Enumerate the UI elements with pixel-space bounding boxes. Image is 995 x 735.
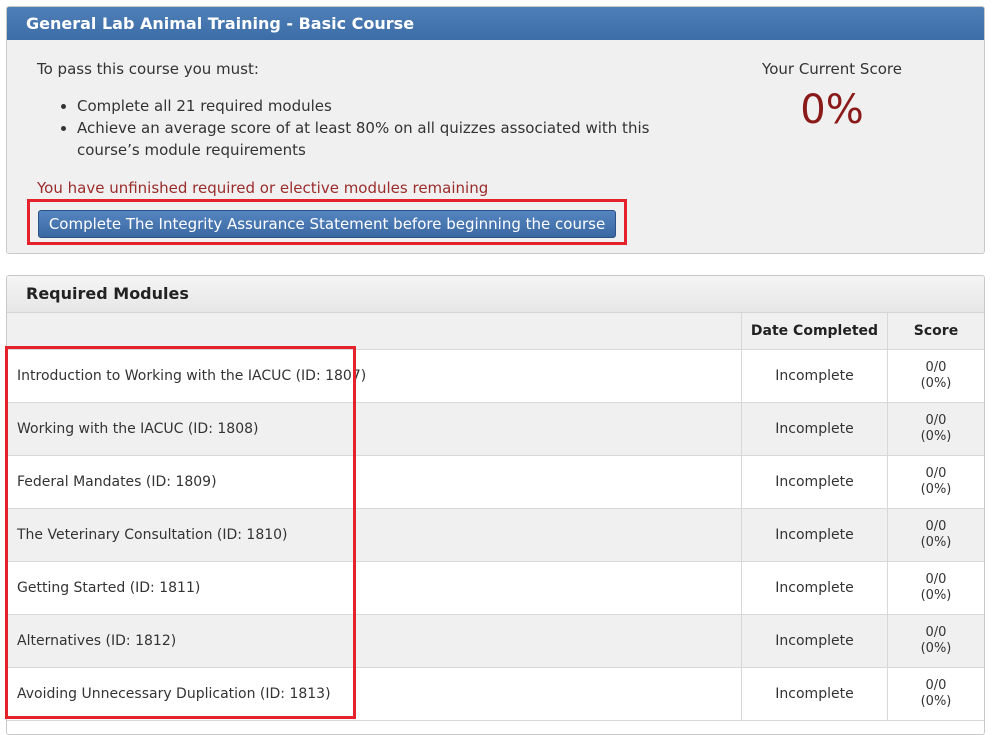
module-link[interactable]: Avoiding Unnecessary Duplication (ID: 18… bbox=[17, 686, 331, 702]
module-link[interactable]: Introduction to Working with the IACUC (… bbox=[17, 368, 366, 384]
score-fraction: 0/0 bbox=[925, 519, 947, 534]
score-cell: 0/0 (0%) bbox=[887, 561, 984, 615]
unfinished-modules-warning: You have unfinished required or elective… bbox=[37, 179, 489, 197]
table-row: The Veterinary Consultation (ID: 1810) I… bbox=[7, 508, 984, 562]
score-percent: (0%) bbox=[920, 641, 952, 656]
score-percent: (0%) bbox=[920, 694, 952, 709]
requirement-item: Achieve an average score of at least 80%… bbox=[77, 117, 677, 161]
date-completed-cell: Incomplete bbox=[741, 402, 888, 456]
module-name-cell: The Veterinary Consultation (ID: 1810) bbox=[7, 508, 742, 562]
score-percent: (0%) bbox=[920, 376, 952, 391]
score-cell: 0/0 (0%) bbox=[887, 667, 984, 721]
module-link[interactable]: Alternatives (ID: 1812) bbox=[17, 633, 176, 649]
score-fraction: 0/0 bbox=[925, 625, 947, 640]
date-completed-cell: Incomplete bbox=[741, 508, 888, 562]
table-header-row: Date Completed Score bbox=[7, 313, 984, 350]
module-name-cell: Alternatives (ID: 1812) bbox=[7, 614, 742, 668]
table-row: Alternatives (ID: 1812) Incomplete 0/0 (0… bbox=[7, 614, 984, 668]
required-modules-heading: Required Modules bbox=[7, 276, 984, 313]
date-completed-cell: Incomplete bbox=[741, 349, 888, 403]
module-link[interactable]: Getting Started (ID: 1811) bbox=[17, 580, 200, 596]
date-completed-cell: Incomplete bbox=[741, 561, 888, 615]
score-percent: (0%) bbox=[920, 482, 952, 497]
pass-requirements-list: Complete all 21 required modules Achieve… bbox=[37, 95, 677, 161]
table-row: Introduction to Working with the IACUC (… bbox=[7, 349, 984, 403]
column-header-module bbox=[7, 313, 742, 350]
module-name-cell: Federal Mandates (ID: 1809) bbox=[7, 455, 742, 509]
course-title: General Lab Animal Training - Basic Cour… bbox=[7, 7, 984, 40]
score-fraction: 0/0 bbox=[925, 360, 947, 375]
module-name-cell: Introduction to Working with the IACUC (… bbox=[7, 349, 742, 403]
module-link[interactable]: The Veterinary Consultation (ID: 1810) bbox=[17, 527, 288, 543]
score-percent: (0%) bbox=[920, 535, 952, 550]
score-fraction: 0/0 bbox=[925, 678, 947, 693]
table-row: Getting Started (ID: 1811) Incomplete 0/… bbox=[7, 561, 984, 615]
score-cell: 0/0 (0%) bbox=[887, 455, 984, 509]
current-score-label: Your Current Score bbox=[762, 60, 902, 78]
pass-requirements-intro: To pass this course you must: bbox=[37, 60, 259, 78]
integrity-assurance-button[interactable]: Complete The Integrity Assurance Stateme… bbox=[38, 210, 616, 238]
date-completed-cell: Incomplete bbox=[741, 614, 888, 668]
table-row: Federal Mandates (ID: 1809) Incomplete 0… bbox=[7, 455, 984, 509]
score-fraction: 0/0 bbox=[925, 413, 947, 428]
module-name-cell: Avoiding Unnecessary Duplication (ID: 18… bbox=[7, 667, 742, 721]
score-cell: 0/0 (0%) bbox=[887, 508, 984, 562]
score-fraction: 0/0 bbox=[925, 466, 947, 481]
date-completed-cell: Incomplete bbox=[741, 455, 888, 509]
score-percent: (0%) bbox=[920, 429, 952, 444]
module-link[interactable]: Federal Mandates (ID: 1809) bbox=[17, 474, 217, 490]
current-score-value: 0% bbox=[800, 87, 864, 133]
required-modules-panel: Required Modules Date Completed Score In… bbox=[6, 275, 985, 735]
score-percent: (0%) bbox=[920, 588, 952, 603]
column-header-date-completed: Date Completed bbox=[741, 313, 888, 350]
module-link[interactable]: Working with the IACUC (ID: 1808) bbox=[17, 421, 258, 437]
date-completed-cell: Incomplete bbox=[741, 667, 888, 721]
course-summary-panel: General Lab Animal Training - Basic Cour… bbox=[6, 6, 985, 254]
module-name-cell: Working with the IACUC (ID: 1808) bbox=[7, 402, 742, 456]
score-fraction: 0/0 bbox=[925, 572, 947, 587]
required-modules-table: Date Completed Score Introduction to Wor… bbox=[7, 313, 984, 721]
requirement-item: Complete all 21 required modules bbox=[77, 95, 677, 117]
table-row: Working with the IACUC (ID: 1808) Incomp… bbox=[7, 402, 984, 456]
score-cell: 0/0 (0%) bbox=[887, 614, 984, 668]
score-cell: 0/0 (0%) bbox=[887, 402, 984, 456]
module-name-cell: Getting Started (ID: 1811) bbox=[7, 561, 742, 615]
column-header-score: Score bbox=[887, 313, 984, 350]
table-row: Avoiding Unnecessary Duplication (ID: 18… bbox=[7, 667, 984, 721]
score-cell: 0/0 (0%) bbox=[887, 349, 984, 403]
